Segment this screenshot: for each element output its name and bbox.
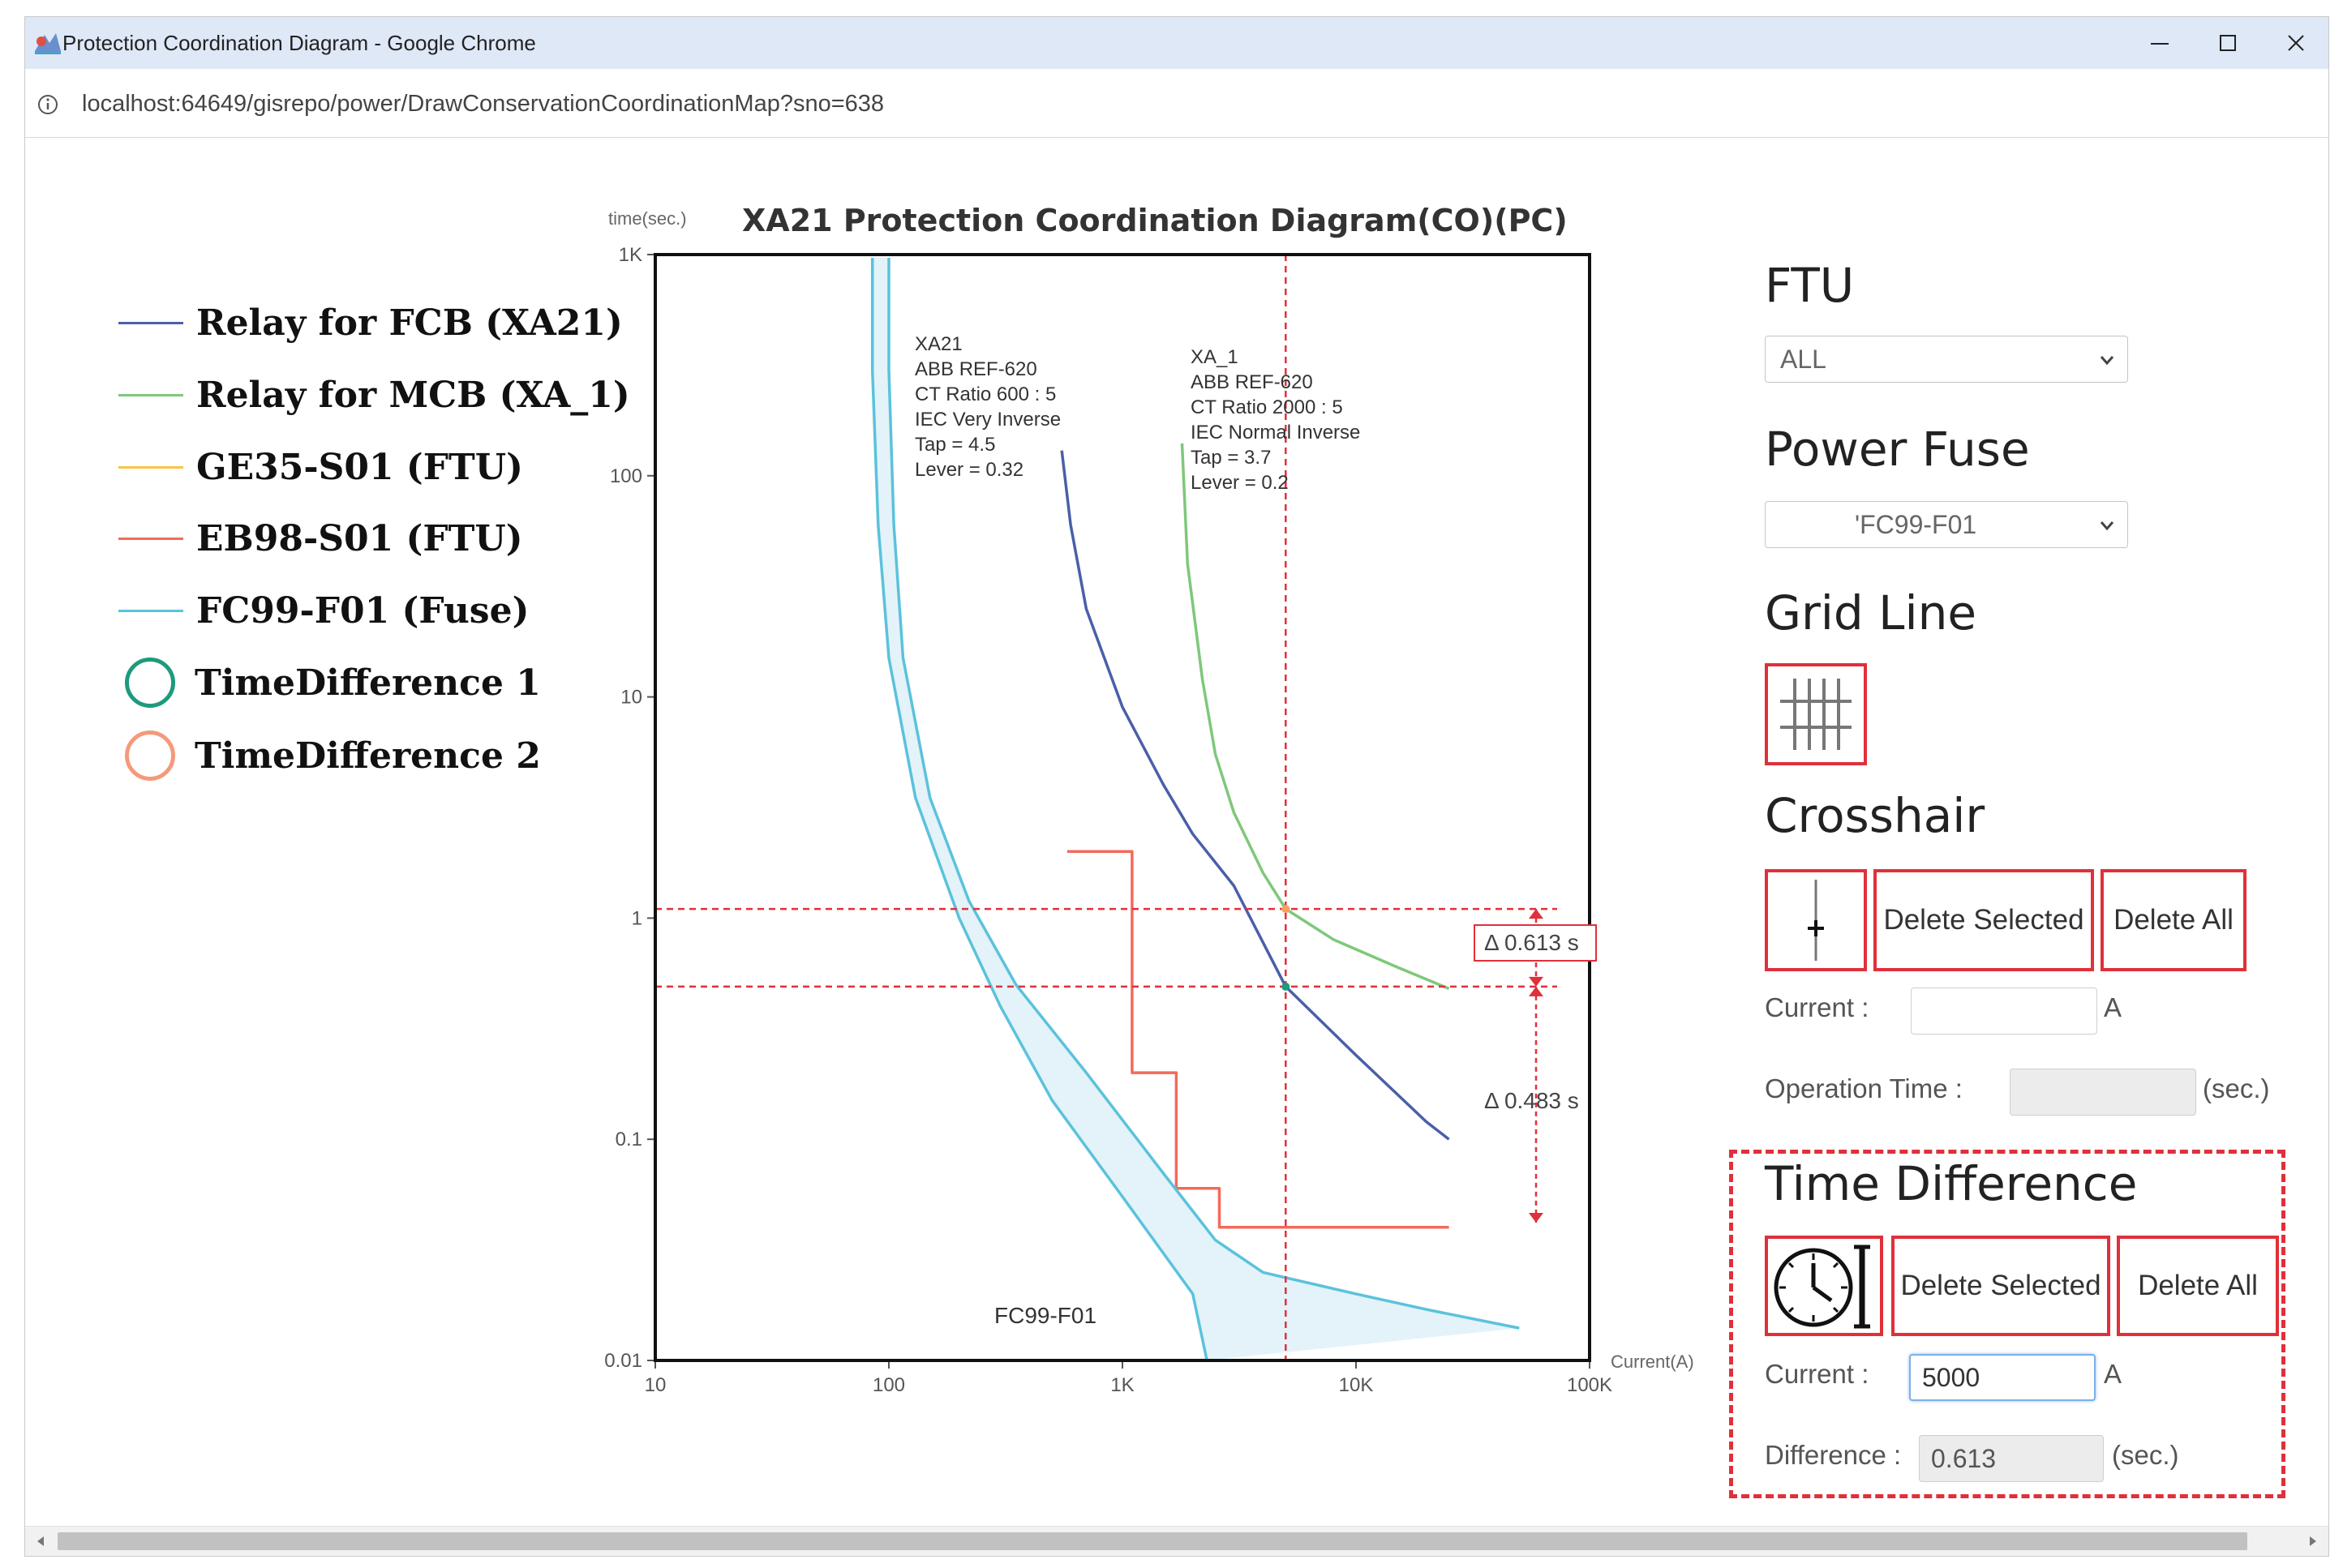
arrow-head <box>1529 976 1543 987</box>
operation-time-label: Operation Time : <box>1765 1073 1963 1103</box>
power-fuse-heading: Power Fuse <box>1765 422 2030 477</box>
chevron-down-icon <box>2100 356 2114 366</box>
xa21-annotation-line-5: Tap = 4.5 <box>915 434 995 456</box>
crosshair-current-unit: A <box>2104 992 2122 1022</box>
y-tick-label: 0.01 <box>604 1350 642 1372</box>
grid-icon <box>1780 679 1852 750</box>
crosshair-intersection-dot <box>1281 905 1290 914</box>
power-fuse-select-value: 'FC99-F01 <box>1855 509 1977 539</box>
grid-line-toggle-button[interactable] <box>1765 663 1867 765</box>
chart-title: XA21 Protection Coordination Diagram(CO)… <box>742 203 1568 238</box>
time-difference-current-label: Current : <box>1765 1359 1869 1389</box>
crosshair-delete-selected-button[interactable]: Delete Selected <box>1873 869 2094 971</box>
x-tick-label: 1K <box>1110 1374 1134 1396</box>
ftu-select[interactable]: ALL <box>1765 336 2128 383</box>
crosshair-delete-all-button[interactable]: Delete All <box>2101 869 2246 971</box>
xa1-annotation-line-4: IEC Normal Inverse <box>1191 422 1360 443</box>
time-difference-delete-selected-button[interactable]: Delete Selected <box>1891 1236 2110 1336</box>
xa21-annotation-line-6: Lever = 0.32 <box>915 459 1023 481</box>
xa21-annotation-line-4: IEC Very Inverse <box>915 409 1061 431</box>
time-difference-tool-button[interactable] <box>1765 1236 1883 1336</box>
arrow-head <box>1529 909 1543 919</box>
series-curve-0 <box>1060 450 1450 1141</box>
time-difference-delete-all-button[interactable]: Delete All <box>2117 1236 2279 1336</box>
xa1-annotation-line-2: ABB REF-620 <box>1191 371 1313 393</box>
chevron-down-icon <box>2100 521 2114 531</box>
crosshair-intersection-dot <box>1281 982 1290 991</box>
y-tick-label: 10 <box>620 687 642 709</box>
xa1-annotation-line-3: CT Ratio 2000 : 5 <box>1191 396 1343 418</box>
time-difference-heading: Time Difference <box>1765 1156 2138 1211</box>
difference-label: Difference : <box>1765 1440 1902 1470</box>
y-tick-label: 0.1 <box>616 1129 642 1150</box>
crosshair-current-label: Current : <box>1765 992 1869 1022</box>
y-tick-label: 100 <box>610 465 642 487</box>
y-tick-label: 1 <box>632 907 642 929</box>
ftu-heading: FTU <box>1765 258 1855 313</box>
crosshair-heading: Crosshair <box>1765 788 1985 843</box>
y-tick-label: 1K <box>619 244 642 266</box>
x-tick-label: 100 <box>873 1374 905 1396</box>
x-tick-label: 100K <box>1567 1374 1612 1396</box>
xa21-annotation-line-3: CT Ratio 600 : 5 <box>915 383 1056 405</box>
grid-line-heading: Grid Line <box>1765 585 1977 640</box>
xa1-annotation-line-6: Lever = 0.2 <box>1191 472 1289 494</box>
xa21-annotation-line-1: XA21 <box>915 333 963 355</box>
y-axis-label: time(sec.) <box>608 208 687 229</box>
crosshair-icon <box>1808 880 1824 961</box>
arrow-head <box>1529 1213 1543 1223</box>
difference-unit: (sec.) <box>2112 1440 2179 1470</box>
operation-time-output <box>2010 1069 2196 1116</box>
operation-time-unit: (sec.) <box>2203 1073 2270 1103</box>
x-tick-label: 10K <box>1339 1374 1374 1396</box>
series-curve-1 <box>1180 443 1450 991</box>
x-axis-label: Current(A) <box>1611 1352 1694 1372</box>
time-difference-current-input[interactable]: 5000 <box>1909 1354 2096 1401</box>
xa1-annotation-line-1: XA_1 <box>1191 346 1238 368</box>
crosshair-current-input[interactable] <box>1911 987 2097 1035</box>
x-tick-label: 10 <box>645 1374 667 1396</box>
arrow-head <box>1529 986 1543 996</box>
stopwatch-icon <box>1774 1245 1870 1329</box>
ftu-select-value: ALL <box>1780 344 1826 374</box>
xa1-annotation-line-5: Tap = 3.7 <box>1191 447 1271 469</box>
difference-output: 0.613 <box>1919 1435 2104 1482</box>
time-difference-1-label[interactable]: Δ 0.613 s <box>1484 930 1579 955</box>
fc99-annotation: FC99-F01 <box>994 1303 1096 1328</box>
time-difference-current-unit: A <box>2104 1359 2122 1389</box>
power-fuse-select[interactable]: 'FC99-F01 <box>1765 501 2128 548</box>
crosshair-tool-button[interactable] <box>1765 869 1867 971</box>
time-difference-2-label[interactable]: Δ 0.483 s <box>1484 1088 1579 1113</box>
xa21-annotation-line-2: ABB REF-620 <box>915 358 1037 380</box>
